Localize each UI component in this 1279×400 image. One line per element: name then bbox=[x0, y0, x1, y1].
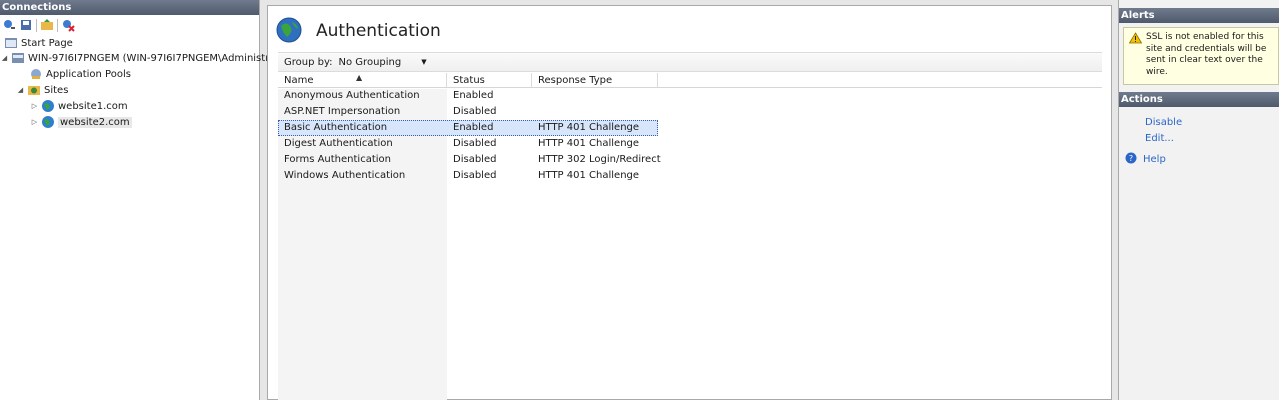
row-name: Basic Authentication bbox=[284, 122, 388, 133]
row-name: ASP.NET Impersonation bbox=[284, 106, 401, 117]
globe-icon bbox=[41, 115, 55, 129]
svg-text:?: ? bbox=[1129, 154, 1133, 163]
tree-item-label: website2.com bbox=[58, 116, 132, 128]
tree-item-label: website1.com bbox=[58, 100, 128, 112]
tree-item-start-page[interactable]: Start Page bbox=[4, 35, 73, 51]
tree-item-server[interactable]: ◢ WIN-97I6I7PNGEM (WIN-97I6I7PNGEM\Admin… bbox=[0, 50, 286, 66]
alert-message: SSL is not enabled for this site and cre… bbox=[1146, 32, 1267, 77]
sort-ascending-icon: ▲ bbox=[356, 73, 363, 82]
grid-header: Name ▲ Status Response Type bbox=[278, 73, 1102, 88]
alerts-header: Alerts bbox=[1119, 8, 1279, 23]
tree-item-label: Sites bbox=[44, 84, 69, 96]
globe-icon bbox=[41, 99, 55, 113]
tree-item-label: WIN-97I6I7PNGEM (WIN-97I6I7PNGEM\Adminis… bbox=[28, 52, 286, 64]
sites-folder-icon bbox=[27, 83, 41, 97]
tree-item-website2[interactable]: ▷ website2.com bbox=[30, 114, 132, 130]
row-name: Forms Authentication bbox=[284, 154, 391, 165]
connections-toolbar bbox=[0, 15, 259, 35]
group-by-label: Group by: bbox=[284, 56, 333, 68]
row-name: Anonymous Authentication bbox=[284, 90, 420, 101]
edit-action-link[interactable]: Edit... bbox=[1145, 133, 1174, 144]
server-icon bbox=[11, 51, 25, 65]
collapse-icon[interactable]: ◢ bbox=[0, 54, 9, 62]
row-status: Disabled bbox=[453, 154, 497, 165]
row-status: Enabled bbox=[453, 122, 494, 133]
table-row[interactable]: Windows Authentication Disabled HTTP 401… bbox=[278, 168, 1102, 184]
row-status: Disabled bbox=[453, 106, 497, 117]
tree-item-website1[interactable]: ▷ website1.com bbox=[30, 98, 128, 114]
page-title: Authentication bbox=[316, 21, 441, 41]
expand-icon[interactable]: ▷ bbox=[30, 118, 39, 126]
row-response-type: HTTP 401 Challenge bbox=[538, 122, 640, 133]
folder-up-icon[interactable] bbox=[40, 18, 54, 32]
group-by-value: No Grouping bbox=[338, 56, 402, 68]
row-name: Digest Authentication bbox=[284, 138, 393, 149]
dropdown-arrow-icon: ▼ bbox=[421, 58, 427, 66]
alert-message-box: SSL is not enabled for this site and cre… bbox=[1123, 27, 1279, 85]
right-pane: Alerts SSL is not enabled for this site … bbox=[1118, 0, 1279, 400]
group-by-bar: Group by: No Grouping ▼ bbox=[278, 52, 1102, 72]
connections-panel: Connections Start Page ◢ WIN-97I6I7PNGEM… bbox=[0, 0, 285, 400]
tree-item-label: Start Page bbox=[21, 37, 73, 49]
application-pools-icon bbox=[29, 67, 43, 81]
table-row[interactable]: Anonymous Authentication Enabled bbox=[278, 88, 1102, 104]
row-status: Disabled bbox=[453, 170, 497, 181]
table-row[interactable]: Digest Authentication Disabled HTTP 401 … bbox=[278, 136, 1102, 152]
toolbar-separator bbox=[57, 18, 58, 32]
table-row[interactable]: Forms Authentication Disabled HTTP 302 L… bbox=[278, 152, 1102, 168]
disable-action-link[interactable]: Disable bbox=[1145, 117, 1182, 128]
connections-header: Connections bbox=[0, 0, 259, 15]
connect-icon[interactable] bbox=[2, 18, 16, 32]
help-action-link[interactable]: Help bbox=[1143, 154, 1166, 165]
group-by-dropdown[interactable]: No Grouping ▼ bbox=[339, 57, 427, 68]
row-status: Enabled bbox=[453, 90, 494, 101]
row-name: Windows Authentication bbox=[284, 170, 406, 181]
column-header-name[interactable]: Name ▲ bbox=[278, 73, 447, 87]
column-header-response-type[interactable]: Response Type bbox=[532, 73, 658, 87]
row-status: Disabled bbox=[453, 138, 497, 149]
row-response-type: HTTP 401 Challenge bbox=[538, 170, 640, 181]
page-header: Authentication bbox=[276, 14, 441, 48]
collapse-icon[interactable]: ◢ bbox=[16, 86, 25, 94]
row-response-type: HTTP 302 Login/Redirect bbox=[538, 154, 661, 165]
row-response-type: HTTP 401 Challenge bbox=[538, 138, 640, 149]
tree-item-sites[interactable]: ◢ Sites bbox=[16, 82, 69, 98]
table-row-selected[interactable]: Basic Authentication Enabled HTTP 401 Ch… bbox=[278, 120, 658, 136]
help-action[interactable]: ? Help bbox=[1125, 152, 1166, 167]
column-header-status[interactable]: Status bbox=[447, 73, 532, 87]
start-page-icon bbox=[4, 36, 18, 50]
actions-header: Actions bbox=[1119, 92, 1279, 107]
main-content: Authentication Group by: No Grouping ▼ N… bbox=[267, 5, 1112, 400]
authentication-globe-icon bbox=[276, 17, 302, 46]
table-row[interactable]: ASP.NET Impersonation Disabled bbox=[278, 104, 1102, 120]
help-icon: ? bbox=[1125, 152, 1137, 167]
warning-icon bbox=[1128, 32, 1143, 49]
authentication-grid: Name ▲ Status Response Type Anonymous Au… bbox=[278, 73, 1102, 400]
disconnect-icon[interactable] bbox=[61, 18, 75, 32]
expand-icon[interactable]: ▷ bbox=[30, 102, 39, 110]
tree-item-label: Application Pools bbox=[46, 68, 131, 80]
toolbar-separator bbox=[36, 18, 37, 32]
tree-item-application-pools[interactable]: Application Pools bbox=[29, 66, 131, 82]
save-icon[interactable] bbox=[19, 18, 33, 32]
